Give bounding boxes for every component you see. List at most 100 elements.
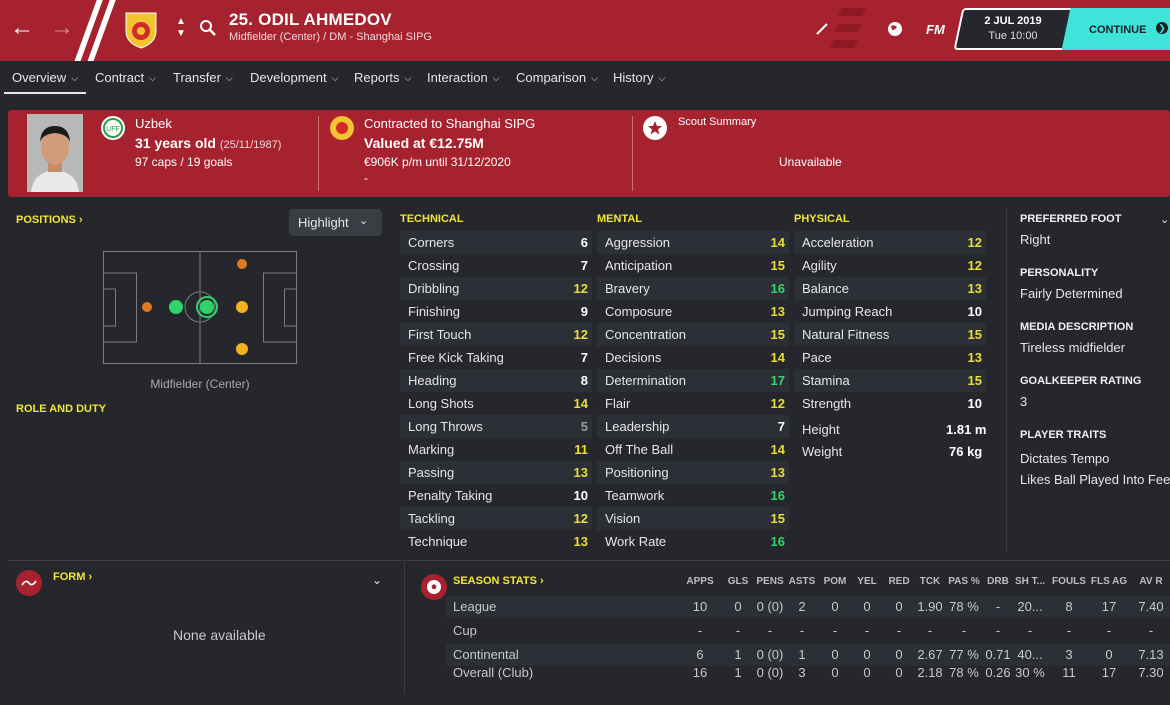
- attribute-value: 13: [573, 465, 588, 480]
- attribute-row[interactable]: Determination 17: [597, 369, 789, 392]
- stats-column-header[interactable]: TCK: [920, 576, 941, 587]
- chevron-right-icon[interactable]: ❯: [1156, 22, 1168, 34]
- stats-cell: -: [1148, 623, 1154, 638]
- continue-button-label[interactable]: CONTINUE: [1089, 24, 1146, 36]
- stats-column-header[interactable]: RED: [888, 576, 909, 587]
- attribute-row[interactable]: Passing 13: [400, 461, 592, 484]
- player-value: Valued at €12.75M: [364, 135, 484, 151]
- attribute-row[interactable]: Flair 12: [597, 392, 789, 415]
- attribute-row[interactable]: Work Rate 16: [597, 530, 789, 553]
- stats-column-header[interactable]: APPS: [686, 576, 713, 587]
- fm-logo[interactable]: FM: [926, 22, 945, 37]
- player-switch-arrows-icon[interactable]: ▲ ▼: [176, 16, 186, 40]
- attribute-row[interactable]: Composure 13: [597, 300, 789, 323]
- physical-attributes: Acceleration 12 Agility 12 Balance 13 Jumping …: [794, 231, 986, 415]
- attribute-row[interactable]: Long Shots 14: [400, 392, 592, 415]
- attribute-row[interactable]: Tackling 12: [400, 507, 592, 530]
- player-trait: Likes Ball Played Into Feet: [1020, 472, 1170, 487]
- tab-transfer[interactable]: Transfer ⌵: [173, 70, 233, 85]
- stats-cell: 7.30: [1138, 665, 1164, 680]
- attribute-row[interactable]: Corners 6: [400, 231, 592, 254]
- attribute-row[interactable]: Aggression 14: [597, 231, 789, 254]
- attribute-name: Jumping Reach: [802, 304, 893, 319]
- stats-column-header[interactable]: PAS %: [948, 576, 980, 587]
- player-name: 25. ODIL AHMEDOV: [229, 10, 392, 29]
- tab-comparison[interactable]: Comparison ⌵: [516, 70, 598, 85]
- attribute-row[interactable]: Agility 12: [794, 254, 986, 277]
- position-dot: [169, 300, 183, 314]
- attribute-row[interactable]: Positioning 13: [597, 461, 789, 484]
- attribute-value: 15: [770, 327, 785, 342]
- attribute-row[interactable]: Free Kick Taking 7: [400, 346, 592, 369]
- stats-column-header[interactable]: POM: [824, 576, 847, 587]
- back-arrow-icon[interactable]: ←: [10, 14, 34, 42]
- attribute-value: 10: [967, 304, 982, 319]
- attribute-row[interactable]: Decisions 14: [597, 346, 789, 369]
- stats-cell: 0.71: [985, 647, 1011, 662]
- attribute-row[interactable]: Marking 11: [400, 438, 592, 461]
- attribute-row[interactable]: Long Throws 5: [400, 415, 592, 438]
- tab-contract[interactable]: Contract ⌵: [95, 70, 156, 85]
- stats-column-header[interactable]: GLS: [728, 576, 749, 587]
- attribute-row[interactable]: Stamina 15: [794, 369, 986, 392]
- stats-column-header[interactable]: ASTS: [789, 576, 816, 587]
- highlight-dropdown[interactable]: Highlight ⌄: [289, 209, 382, 236]
- tab-reports[interactable]: Reports ⌵: [354, 70, 411, 85]
- stats-row-label: League: [453, 599, 497, 614]
- tab-history[interactable]: History ⌵: [613, 70, 665, 85]
- stats-column-header[interactable]: YEL: [857, 576, 876, 587]
- attribute-row[interactable]: Concentration 15: [597, 323, 789, 346]
- attribute-row[interactable]: Off The Ball 14: [597, 438, 789, 461]
- attribute-row[interactable]: Balance 13: [794, 277, 986, 300]
- globe-icon[interactable]: [886, 20, 904, 38]
- stats-column-header[interactable]: FLS AG: [1091, 576, 1127, 587]
- attribute-row[interactable]: Pace 13: [794, 346, 986, 369]
- attribute-row[interactable]: Jumping Reach 10: [794, 300, 986, 323]
- tab-interaction[interactable]: Interaction ⌵: [427, 70, 500, 85]
- attribute-row[interactable]: Crossing 7: [400, 254, 592, 277]
- forward-arrow-icon[interactable]: →: [50, 14, 74, 42]
- scout-summary-title: Scout Summary: [678, 116, 757, 128]
- attribute-name: Decisions: [605, 350, 662, 365]
- form-link[interactable]: FORM ›: [53, 571, 92, 583]
- search-icon[interactable]: [199, 19, 217, 37]
- attribute-value: 15: [770, 258, 785, 273]
- svg-text:UFF: UFF: [106, 126, 120, 133]
- attribute-name: Off The Ball: [605, 442, 674, 457]
- attribute-value: 15: [770, 511, 785, 526]
- positions-link[interactable]: POSITIONS ›: [16, 214, 83, 226]
- attribute-row[interactable]: Heading 8: [400, 369, 592, 392]
- position-name: Midfielder (Center): [150, 377, 250, 391]
- attribute-row[interactable]: Penalty Taking 10: [400, 484, 592, 507]
- chevron-down-icon[interactable]: ⌄: [1160, 213, 1169, 226]
- attribute-value: 14: [770, 350, 785, 365]
- attribute-row[interactable]: Bravery 16: [597, 277, 789, 300]
- attribute-row[interactable]: Natural Fitness 15: [794, 323, 986, 346]
- attribute-row[interactable]: Dribbling 12: [400, 277, 592, 300]
- age-line: 31 years old (25/11/1987): [135, 135, 281, 151]
- attribute-row[interactable]: Acceleration 12: [794, 231, 986, 254]
- date-of-birth: (25/11/1987): [219, 139, 282, 151]
- stats-column-header[interactable]: FOULS: [1052, 576, 1086, 587]
- attribute-row[interactable]: Strength 10: [794, 392, 986, 415]
- attribute-row[interactable]: Vision 15: [597, 507, 789, 530]
- tab-development[interactable]: Development ⌵: [250, 70, 338, 85]
- attribute-row[interactable]: Technique 13: [400, 530, 592, 553]
- season-stats-link[interactable]: SEASON STATS ›: [453, 575, 544, 587]
- attribute-row[interactable]: Finishing 9: [400, 300, 592, 323]
- attribute-row[interactable]: Teamwork 16: [597, 484, 789, 507]
- stats-column-header[interactable]: AV R: [1139, 576, 1162, 587]
- position-dot-selected: [200, 300, 214, 314]
- personality-label: PERSONALITY: [1020, 267, 1099, 279]
- attribute-value: 14: [770, 235, 785, 250]
- stats-column-header[interactable]: PENS: [756, 576, 783, 587]
- stats-column-header[interactable]: SH T...: [1015, 576, 1045, 587]
- attribute-row[interactable]: Anticipation 15: [597, 254, 789, 277]
- club-badge-icon: [330, 116, 354, 140]
- chevron-down-icon[interactable]: ⌄: [372, 573, 382, 587]
- attribute-row[interactable]: First Touch 12: [400, 323, 592, 346]
- attribute-name: Dribbling: [408, 281, 460, 296]
- stats-column-header[interactable]: DRB: [987, 576, 1009, 587]
- tab-overview[interactable]: Overview ⌵: [12, 70, 78, 85]
- attribute-row[interactable]: Leadership 7: [597, 415, 789, 438]
